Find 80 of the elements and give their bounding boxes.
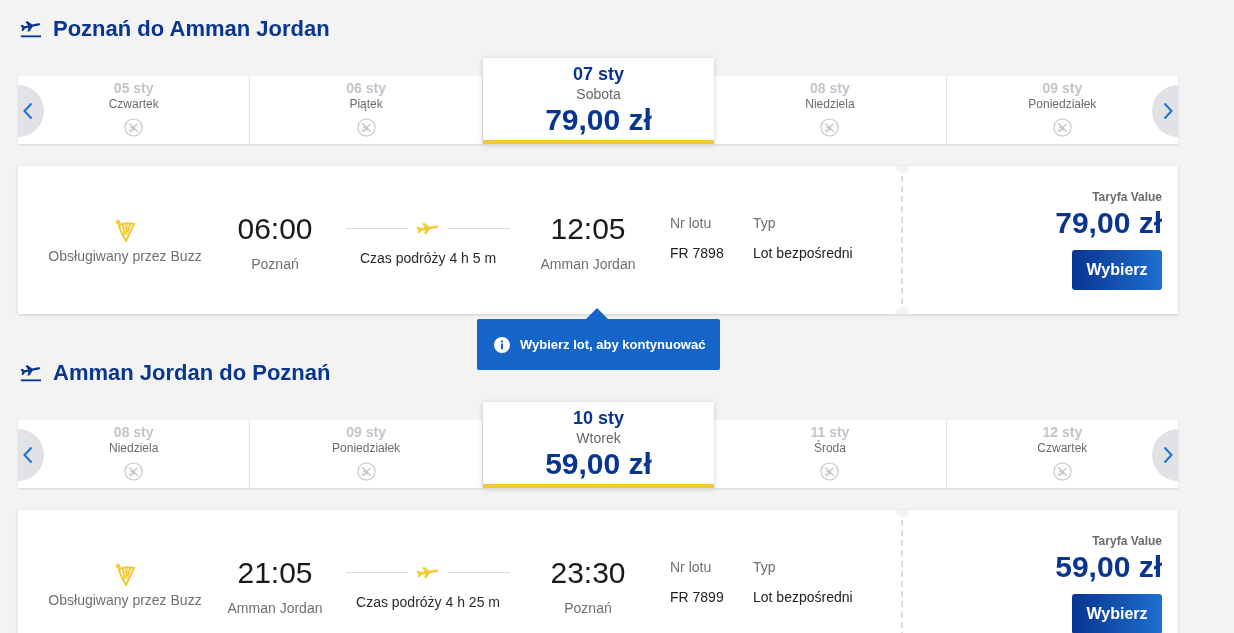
operator-label: Obsługiwany przez Buzz (48, 591, 202, 609)
fare-label: Taryfa Value (1092, 533, 1162, 549)
weekday-label: Środa (813, 441, 846, 455)
flight-number-label: Nr lotu (670, 558, 712, 576)
no-flight-icon (820, 118, 840, 137)
flight-number: FR 7899 (670, 588, 724, 606)
departure-time: 06:00 (237, 211, 313, 247)
departure-city: Poznań (251, 255, 299, 273)
duration-text: Czas podróży 4 h 25 m (356, 593, 500, 611)
harp-icon (114, 219, 136, 243)
date-label: 05 sty (113, 79, 154, 97)
no-flight-icon (1052, 118, 1072, 137)
plane-icon (416, 221, 440, 235)
date-tab[interactable]: 06 sty Piątek (250, 76, 483, 144)
price-label: 59,00 zł (545, 447, 652, 481)
select-button[interactable]: Wybierz (1072, 594, 1162, 633)
flight-type-label: Typ (753, 214, 776, 232)
departure-city: Amman Jordan (227, 599, 323, 617)
duration-text: Czas podróży 4 h 5 m (359, 249, 497, 267)
date-tab[interactable]: 09 sty Poniedziałek (946, 76, 1179, 144)
date-label: 08 sty (810, 79, 850, 97)
departure-time: 21:05 (237, 555, 313, 591)
date-label: 11 sty (810, 423, 850, 440)
weekday-label: Czwartek (1037, 441, 1088, 455)
date-tab[interactable]: 12 sty Czwartek (946, 420, 1179, 488)
weekday-label: Niedziela (805, 97, 855, 111)
plane-icon (416, 565, 440, 579)
harp-icon (114, 563, 136, 587)
date-label: 09 sty (346, 423, 386, 441)
weekday-label: Wtorek (576, 429, 621, 447)
plane-takeoff-icon (20, 20, 42, 38)
tooltip-text: Wybierz lot, aby kontynuować (520, 337, 706, 352)
arrival-time: 12:05 (550, 211, 626, 247)
arrival-city: Poznań (564, 599, 612, 617)
operator-label: Obsługiwany przez Buzz (48, 247, 202, 265)
route-title: Poznań do Amman Jordan (53, 16, 330, 42)
no-flight-icon (124, 118, 144, 137)
flight-type-label: Typ (753, 558, 776, 576)
no-flight-icon (1052, 462, 1072, 481)
weekday-label: Piątek (349, 97, 383, 111)
fare-price: 79,00 zł (1055, 205, 1162, 241)
date-tab[interactable]: 05 sty Czwartek (18, 76, 251, 144)
weekday-label: Niedziela (109, 441, 159, 455)
date-label: 12 sty (1042, 423, 1083, 441)
no-flight-icon (124, 462, 144, 481)
date-tab[interactable]: 11 sty Środa (714, 420, 947, 488)
fare-label: Taryfa Value (1092, 189, 1162, 205)
no-flight-icon (356, 462, 376, 481)
price-label: 79,00 zł (545, 103, 652, 137)
weekday-label: Sobota (576, 85, 621, 103)
weekday-label: Czwartek (108, 97, 159, 111)
date-label: 10 sty (573, 407, 625, 429)
flight-type: Lot bezpośredni (753, 588, 853, 606)
select-button[interactable]: Wybierz (1072, 250, 1162, 290)
flight-type: Lot bezpośredni (753, 244, 853, 262)
chevron-left-icon (23, 446, 33, 464)
no-flight-icon (356, 118, 376, 137)
info-icon (494, 336, 510, 353)
fare-price: 59,00 zł (1055, 549, 1162, 585)
date-tab[interactable]: 08 sty Niedziela (714, 76, 947, 144)
weekday-label: Poniedziałek (332, 441, 401, 455)
date-tab[interactable]: 10 sty Wtorek 59,00 zł (482, 402, 715, 488)
arrival-time: 23:30 (550, 555, 626, 591)
date-tab[interactable]: 07 sty Sobota 79,00 zł (482, 58, 715, 144)
flight-number: FR 7898 (670, 244, 724, 262)
date-label: 06 sty (346, 79, 386, 97)
date-label: 07 sty (573, 63, 625, 85)
no-flight-icon (820, 462, 840, 481)
date-label: 09 sty (1042, 79, 1083, 97)
flight-number-label: Nr lotu (670, 214, 712, 232)
chevron-right-icon (1163, 446, 1173, 464)
weekday-label: Poniedziałek (1028, 97, 1097, 111)
arrival-city: Amman Jordan (540, 255, 636, 273)
date-tab[interactable]: 09 sty Poniedziałek (250, 420, 483, 488)
chevron-right-icon (1163, 102, 1173, 120)
chevron-left-icon (23, 102, 33, 120)
date-tab[interactable]: 08 sty Niedziela (18, 420, 251, 488)
date-label: 08 sty (113, 423, 154, 441)
route-title: Amman Jordan do Poznań (53, 360, 331, 386)
plane-takeoff-icon (20, 364, 42, 382)
